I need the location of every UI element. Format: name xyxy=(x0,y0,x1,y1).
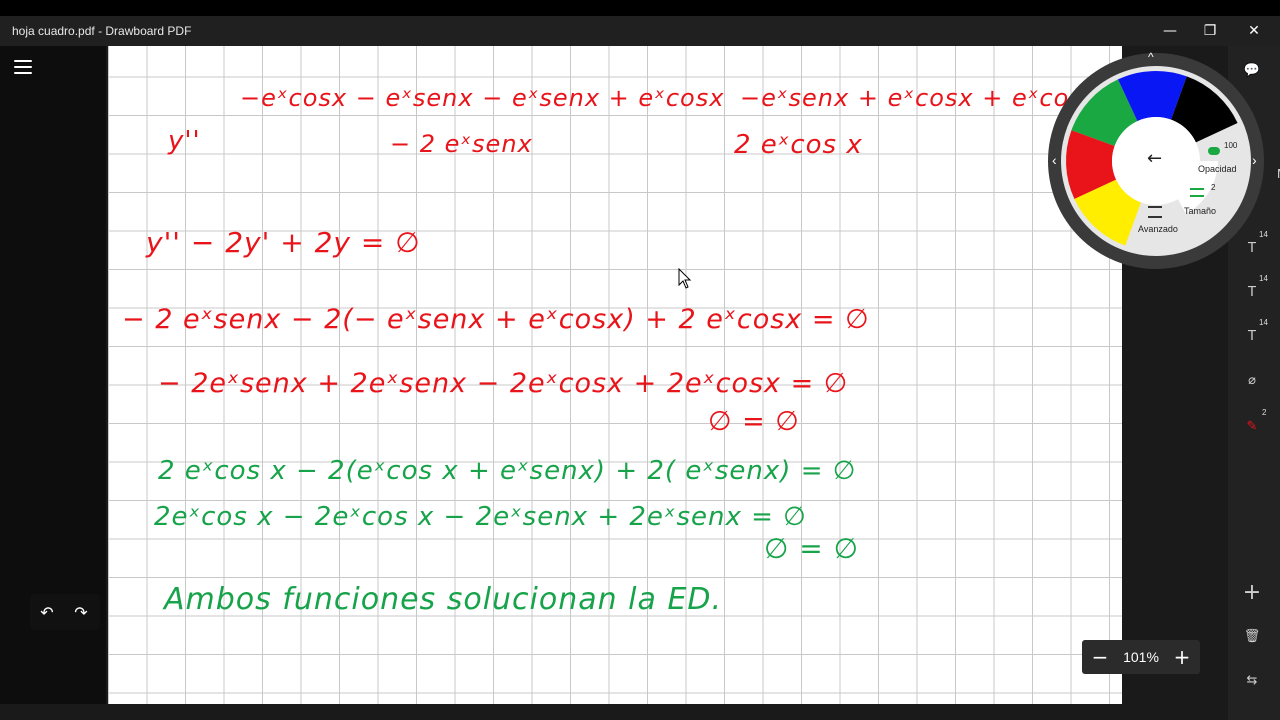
note-green-substitution: 2 eˣcos x − 2(eˣcos x + eˣsenx) + 2( eˣs… xyxy=(158,456,857,486)
note-green-conclusion: Ambos funciones solucionan la ED. xyxy=(164,582,723,617)
opacity-value: 100 xyxy=(1224,141,1238,150)
minimize-button[interactable]: — xyxy=(1148,16,1192,46)
zoom-control: − 101% + xyxy=(1082,640,1200,674)
note-red-result-2: 2 eˣcos x xyxy=(734,130,863,160)
advanced-settings-icon[interactable] xyxy=(1148,206,1162,218)
zoom-level: 101% xyxy=(1123,649,1159,665)
opacity-slider-icon[interactable] xyxy=(1208,147,1220,155)
note-red-equation: y'' − 2y' + 2y = ∅ xyxy=(146,226,421,259)
edge-label: M xyxy=(1268,160,1280,188)
note-red-simplified: − 2eˣsenx + 2eˣsenx − 2eˣcosx + 2eˣcosx … xyxy=(158,368,849,399)
note-red-null-result: ∅ = ∅ xyxy=(708,406,800,437)
pdf-page-grid[interactable]: y'' −eˣcosx − eˣsenx − eˣsenx + eˣcosx −… xyxy=(108,46,1122,704)
note-red-y-double-prime: y'' xyxy=(168,126,201,156)
zoom-in-button[interactable]: + xyxy=(1168,643,1196,671)
lasso-icon[interactable]: ⌀ xyxy=(1238,366,1266,394)
opacity-label: Opacidad xyxy=(1198,164,1237,174)
hamburger-menu-icon[interactable] xyxy=(10,54,36,80)
color-wheel-panel: ^ ‹ › ← Opacidad 100 Tamaño 2 Avanzado xyxy=(1046,50,1266,270)
note-red-line-1: −eˣcosx − eˣsenx − eˣsenx + eˣcosx xyxy=(240,84,725,112)
size-label: Tamaño xyxy=(1184,206,1217,216)
advanced-label: Avanzado xyxy=(1138,224,1178,234)
text-tool-3-size: 14 xyxy=(1259,318,1268,327)
note-green-simplified: 2eˣcos x − 2eˣcos x − 2eˣsenx + 2eˣsenx … xyxy=(154,502,807,532)
undo-icon[interactable]: ↶ xyxy=(33,598,61,626)
size-lines-icon[interactable] xyxy=(1190,188,1204,197)
delete-icon[interactable]: 🗑 xyxy=(1238,622,1266,650)
text-tool-2-size: 14 xyxy=(1259,274,1268,283)
wheel-left-icon[interactable]: ‹ xyxy=(1052,152,1057,168)
note-red-result-1: − 2 eˣsenx xyxy=(390,130,533,158)
window-title: hoja cuadro.pdf - Drawboard PDF xyxy=(12,24,192,38)
add-page-icon[interactable]: + xyxy=(1238,578,1266,606)
zoom-out-button[interactable]: − xyxy=(1086,643,1114,671)
swap-icon[interactable]: ⇆ xyxy=(1238,666,1266,694)
mouse-cursor-icon xyxy=(678,268,692,289)
note-red-substitution: − 2 eˣsenx − 2(− eˣsenx + eˣcosx) + 2 eˣ… xyxy=(122,304,870,335)
note-green-null-result: ∅ = ∅ xyxy=(764,532,860,565)
close-button[interactable]: ✕ xyxy=(1232,16,1276,46)
pen-tool-size: 2 xyxy=(1262,408,1267,417)
maximize-button[interactable]: ❐ xyxy=(1188,16,1232,46)
wheel-up-icon[interactable]: ^ xyxy=(1148,50,1154,64)
wheel-right-icon[interactable]: › xyxy=(1252,152,1257,168)
redo-icon[interactable]: ↷ xyxy=(67,598,95,626)
title-bar: hoja cuadro.pdf - Drawboard PDF — ❐ ✕ xyxy=(0,16,1280,46)
size-value: 2 xyxy=(1211,183,1216,192)
back-arrow-icon[interactable]: ← xyxy=(1147,148,1162,169)
